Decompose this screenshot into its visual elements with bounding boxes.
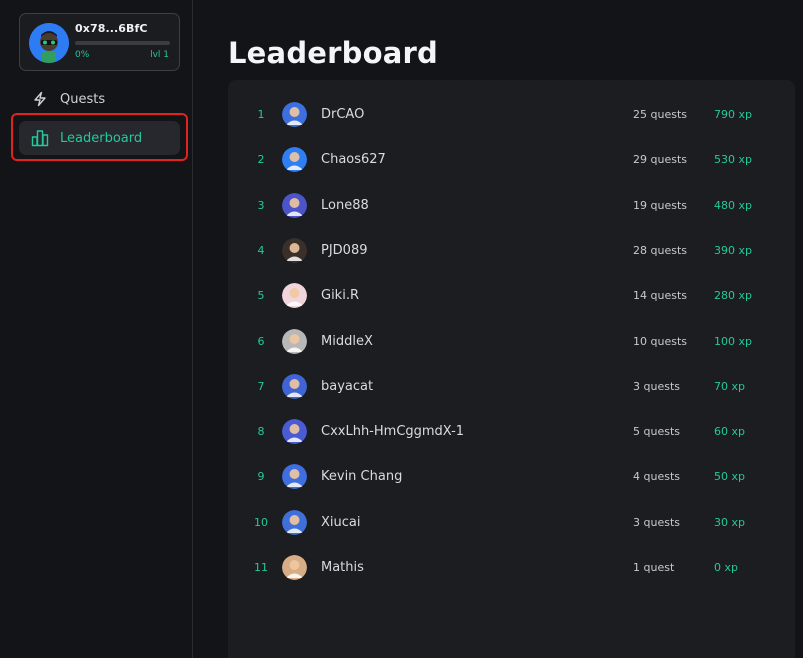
table-row[interactable]: 7 bayacat 3 quests 70 xp bbox=[228, 364, 795, 409]
xp-value: 0 xp bbox=[714, 561, 738, 574]
quest-count: 5 quests bbox=[633, 425, 680, 439]
table-row[interactable]: 3 Lone88 19 quests 480 xp bbox=[228, 183, 795, 228]
profile-avatar bbox=[29, 23, 69, 63]
xp-value: 100 xp bbox=[714, 334, 752, 348]
xp-value: 390 xp bbox=[714, 243, 752, 257]
xp-value: 70 xp bbox=[714, 379, 745, 393]
username: Kevin Chang bbox=[321, 469, 403, 485]
xp-progress-bar bbox=[75, 41, 170, 45]
xp-value: 480 xp bbox=[714, 198, 752, 212]
xp-progress-label: 0% bbox=[75, 50, 90, 60]
quest-count: 14 quests bbox=[633, 289, 687, 303]
username: CxxLhh-HmCggmdX-1 bbox=[321, 424, 465, 440]
user-avatar bbox=[282, 102, 307, 127]
rank-number: 8 bbox=[257, 425, 265, 439]
quest-count: 25 quests bbox=[633, 108, 687, 121]
user-avatar bbox=[282, 147, 307, 173]
leaderboard-panel: 1 DrCAO 25 quests 790 xp 2 Chaos627 29 quests 5… bbox=[228, 80, 795, 658]
quest-count: 29 quests bbox=[633, 153, 687, 167]
bar-chart-icon bbox=[31, 129, 49, 147]
table-row[interactable]: 6 MiddleX 10 quests 100 xp bbox=[228, 319, 795, 364]
username: Giki.R bbox=[321, 288, 359, 304]
user-avatar bbox=[282, 283, 307, 309]
table-row[interactable]: 5 Giki.R 14 quests 280 xp bbox=[228, 273, 795, 318]
app-window: 0x78...6BfC 0% lvl 1 Quests Leaderboard … bbox=[0, 0, 803, 658]
lightning-icon bbox=[31, 90, 49, 108]
xp-value: 30 xp bbox=[714, 515, 745, 529]
rank-number: 1 bbox=[257, 108, 265, 121]
nav-item-label: Leaderboard bbox=[60, 130, 143, 146]
user-avatar bbox=[282, 237, 307, 263]
wallet-address: 0x78...6BfC bbox=[75, 22, 148, 35]
rank-number: 10 bbox=[254, 515, 268, 529]
table-row[interactable]: 11 Mathis 1 quest 0 xp bbox=[228, 545, 795, 590]
quest-count: 4 quests bbox=[633, 470, 680, 484]
username: PJD089 bbox=[321, 242, 368, 258]
username: MiddleX bbox=[321, 333, 373, 349]
xp-value: 60 xp bbox=[714, 425, 745, 439]
xp-value: 280 xp bbox=[714, 289, 752, 303]
sidebar: 0x78...6BfC 0% lvl 1 Quests Leaderboard bbox=[0, 0, 193, 658]
xp-value: 50 xp bbox=[714, 470, 745, 484]
rank-number: 3 bbox=[257, 198, 265, 212]
rank-number: 6 bbox=[257, 334, 265, 348]
rank-number: 11 bbox=[254, 561, 268, 574]
username: Xiucai bbox=[321, 514, 361, 530]
user-avatar bbox=[282, 192, 307, 218]
xp-value: 790 xp bbox=[714, 108, 752, 121]
rank-number: 4 bbox=[257, 243, 265, 257]
table-row[interactable]: 1 DrCAO 25 quests 790 xp bbox=[228, 92, 795, 137]
quest-count: 3 quests bbox=[633, 379, 680, 393]
table-row[interactable]: 8 CxxLhh-HmCggmdX-1 5 quests 60 xp bbox=[228, 409, 795, 454]
level-label: lvl 1 bbox=[150, 50, 169, 60]
nav-item-label: Quests bbox=[60, 91, 106, 107]
table-row[interactable]: 2 Chaos627 29 quests 530 xp bbox=[228, 137, 795, 182]
rank-number: 7 bbox=[257, 379, 265, 393]
username: bayacat bbox=[321, 378, 374, 394]
user-avatar bbox=[282, 555, 307, 580]
rank-number: 2 bbox=[257, 153, 265, 167]
nav-item-quests[interactable]: Quests bbox=[19, 82, 180, 116]
nav-item-leaderboard[interactable]: Leaderboard bbox=[19, 121, 180, 155]
profile-card[interactable]: 0x78...6BfC 0% lvl 1 bbox=[19, 13, 180, 71]
quest-count: 19 quests bbox=[633, 198, 687, 212]
user-avatar bbox=[282, 464, 307, 490]
rank-number: 5 bbox=[257, 289, 265, 303]
user-avatar bbox=[282, 328, 307, 354]
quest-count: 3 quests bbox=[633, 515, 680, 529]
table-row[interactable]: 10 Xiucai 3 quests 30 xp bbox=[228, 500, 795, 545]
username: Chaos627 bbox=[321, 152, 386, 168]
username: DrCAO bbox=[321, 107, 365, 122]
user-avatar bbox=[282, 373, 307, 399]
quest-count: 1 quest bbox=[633, 561, 675, 574]
username: Lone88 bbox=[321, 197, 369, 213]
username: Mathis bbox=[321, 560, 364, 575]
table-row[interactable]: 9 Kevin Chang 4 quests 50 xp bbox=[228, 454, 795, 499]
page-title: Leaderboard bbox=[228, 36, 438, 70]
user-avatar bbox=[282, 419, 307, 445]
xp-value: 530 xp bbox=[714, 153, 752, 167]
quest-count: 10 quests bbox=[633, 334, 687, 348]
quest-count: 28 quests bbox=[633, 243, 687, 257]
user-avatar bbox=[282, 509, 307, 535]
table-row[interactable]: 4 PJD089 28 quests 390 xp bbox=[228, 228, 795, 273]
rank-number: 9 bbox=[257, 470, 265, 484]
